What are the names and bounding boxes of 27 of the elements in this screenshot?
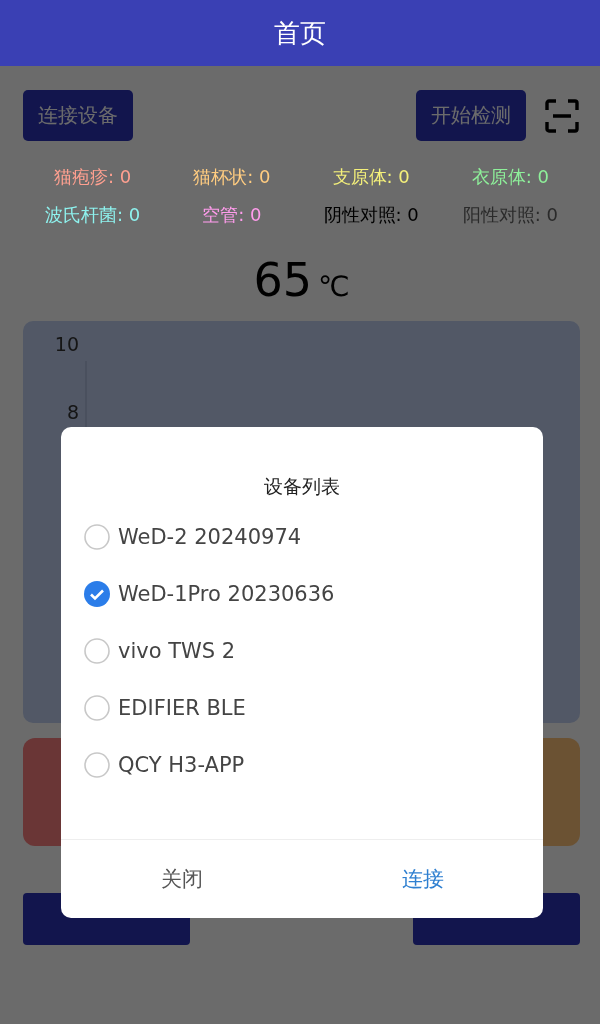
radio-button[interactable]: [84, 638, 110, 664]
result-count: 空管: 0: [202, 203, 262, 227]
temperature-value: 65: [253, 253, 313, 307]
scan-icon[interactable]: [544, 97, 580, 134]
result-count: 波氏杆菌: 0: [45, 203, 141, 227]
result-count: 阳性对照: 0: [462, 203, 558, 227]
radio-button[interactable]: [84, 752, 110, 778]
close-button[interactable]: 关闭: [61, 840, 302, 918]
radio-button[interactable]: [84, 581, 110, 607]
device-name[interactable]: QCY H3-APP: [118, 753, 245, 777]
result-count: 衣原体: 0: [471, 165, 549, 189]
connect-button[interactable]: 连接: [302, 840, 543, 918]
device-name[interactable]: EDIFIER BLE: [118, 696, 246, 720]
result-count: 支原体: 0: [332, 165, 410, 189]
device-name[interactable]: WeD-1Pro 20230636: [118, 582, 335, 606]
device-name[interactable]: vivo TWS 2: [118, 639, 236, 663]
temperature-unit: ℃: [318, 270, 350, 303]
axis-tick-label: 10: [54, 333, 79, 357]
page-title: 首页: [274, 16, 326, 50]
device-name[interactable]: WeD-2 20240974: [118, 525, 302, 549]
axis-tick-label: 8: [66, 401, 79, 425]
radio-button[interactable]: [84, 524, 110, 550]
result-count: 猫杯状: 0: [193, 165, 271, 189]
result-count: 阴性对照: 0: [323, 203, 419, 227]
dialog-title: 设备列表: [263, 474, 341, 499]
result-count: 猫疱疹: 0: [54, 165, 132, 189]
radio-button[interactable]: [84, 695, 110, 721]
